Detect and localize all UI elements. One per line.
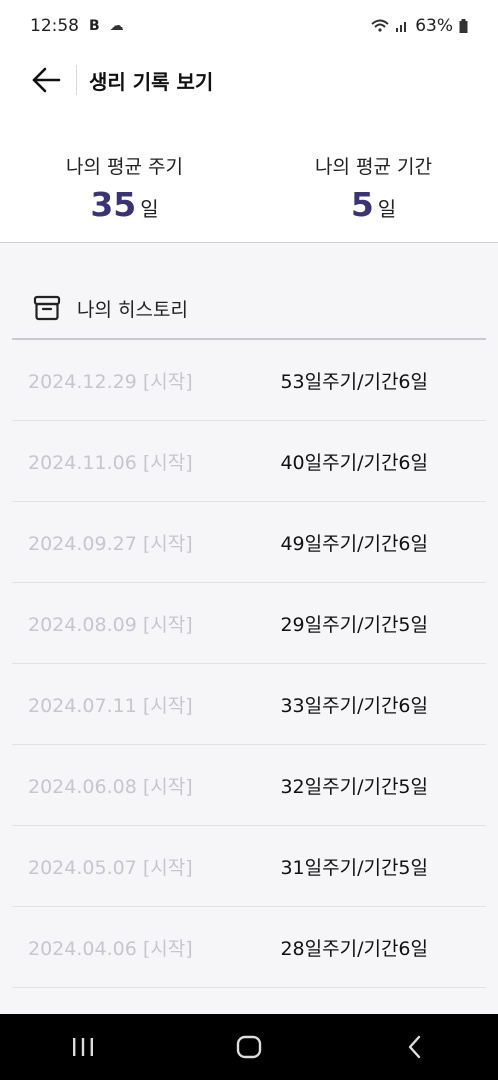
battery-icon	[459, 19, 468, 33]
home-button[interactable]	[219, 1022, 279, 1072]
history-row[interactable]: 2024.06.08 [시작] 32일주기/기간5일	[12, 745, 486, 826]
history-list: 2024.12.29 [시작] 53일주기/기간6일 2024.11.06 [시…	[12, 340, 486, 988]
recent-apps-button[interactable]	[53, 1022, 113, 1072]
history-row[interactable]: 2024.07.11 [시작] 33일주기/기간6일	[12, 664, 486, 745]
average-period: 나의 평균 기간 5일	[249, 140, 498, 242]
history-row[interactable]: 2024.04.06 [시작] 28일주기/기간6일	[12, 907, 486, 988]
home-icon	[236, 1035, 262, 1059]
history-row-date: 2024.12.29 [시작]	[28, 370, 193, 393]
archive-box-icon	[33, 295, 61, 321]
history-row-summary: 28일주기/기간6일	[280, 937, 428, 960]
status-right: 63%	[371, 16, 468, 36]
history-row-date: 2024.06.08 [시작]	[28, 775, 193, 798]
status-left: 12:58 B ☁	[30, 16, 124, 36]
history-row-summary: 31일주기/기간5일	[280, 856, 428, 879]
history-row-date: 2024.09.27 [시작]	[28, 532, 193, 555]
average-summary: 나의 평균 주기 35 일 나의 평균 기간 5일	[0, 140, 498, 242]
average-cycle-label: 나의 평균 주기	[66, 156, 183, 178]
history-row-summary: 53일주기/기간6일	[280, 370, 428, 393]
history-row-summary: 29일주기/기간5일	[280, 613, 428, 636]
status-bar: 12:58 B ☁ 63%	[0, 0, 498, 52]
average-period-number: 5	[350, 185, 374, 224]
cloud-icon: ☁	[109, 18, 124, 34]
arrow-left-icon	[32, 67, 61, 93]
history-row-summary: 32일주기/기간5일	[280, 775, 428, 798]
average-cycle-number: 35	[90, 185, 137, 224]
history-header: 나의 히스토리	[0, 285, 498, 331]
average-cycle-unit: 일	[140, 197, 159, 221]
wifi-icon	[371, 19, 389, 32]
history-row-date: 2024.07.11 [시작]	[28, 694, 193, 717]
battery-percent: 63%	[415, 16, 453, 36]
history-row[interactable]: 2024.11.06 [시작] 40일주기/기간6일	[12, 421, 486, 502]
history-row-date: 2024.05.07 [시작]	[28, 856, 193, 879]
header-divider	[76, 65, 77, 95]
signal-icon	[396, 22, 407, 32]
system-nav-bar	[0, 1014, 498, 1080]
history-row-summary: 49일주기/기간6일	[280, 532, 428, 555]
history-row[interactable]: 2024.05.07 [시작] 31일주기/기간5일	[12, 826, 486, 907]
history-row[interactable]: 2024.09.27 [시작] 49일주기/기간6일	[12, 502, 486, 583]
history-row-date: 2024.04.06 [시작]	[28, 937, 193, 960]
average-cycle-value: 35 일	[0, 185, 249, 224]
average-cycle: 나의 평균 주기 35 일	[0, 140, 249, 242]
status-time: 12:58	[30, 16, 79, 36]
history-section[interactable]: 나의 히스토리 2024.12.29 [시작] 53일주기/기간6일 2024.…	[0, 243, 498, 1014]
history-row-date: 2024.08.09 [시작]	[28, 613, 193, 636]
history-row[interactable]: 2024.08.09 [시작] 29일주기/기간5일	[12, 583, 486, 664]
app-badge-icon: B	[89, 18, 100, 34]
history-row-summary: 33일주기/기간6일	[280, 694, 428, 717]
app-header: 생리 기록 보기	[0, 52, 498, 108]
history-row[interactable]: 2024.12.29 [시작] 53일주기/기간6일	[12, 340, 486, 421]
average-period-value: 5일	[249, 185, 498, 224]
history-title: 나의 히스토리	[77, 298, 188, 321]
back-button[interactable]	[22, 56, 70, 104]
page-title: 생리 기록 보기	[89, 69, 214, 94]
history-row-summary: 40일주기/기간6일	[280, 451, 428, 474]
back-chevron-icon	[408, 1035, 421, 1059]
average-period-label: 나의 평균 기간	[315, 156, 432, 178]
recent-apps-icon	[73, 1038, 93, 1056]
average-period-unit: 일	[377, 197, 397, 221]
history-row-date: 2024.11.06 [시작]	[28, 451, 193, 474]
nav-back-button[interactable]	[385, 1022, 445, 1072]
